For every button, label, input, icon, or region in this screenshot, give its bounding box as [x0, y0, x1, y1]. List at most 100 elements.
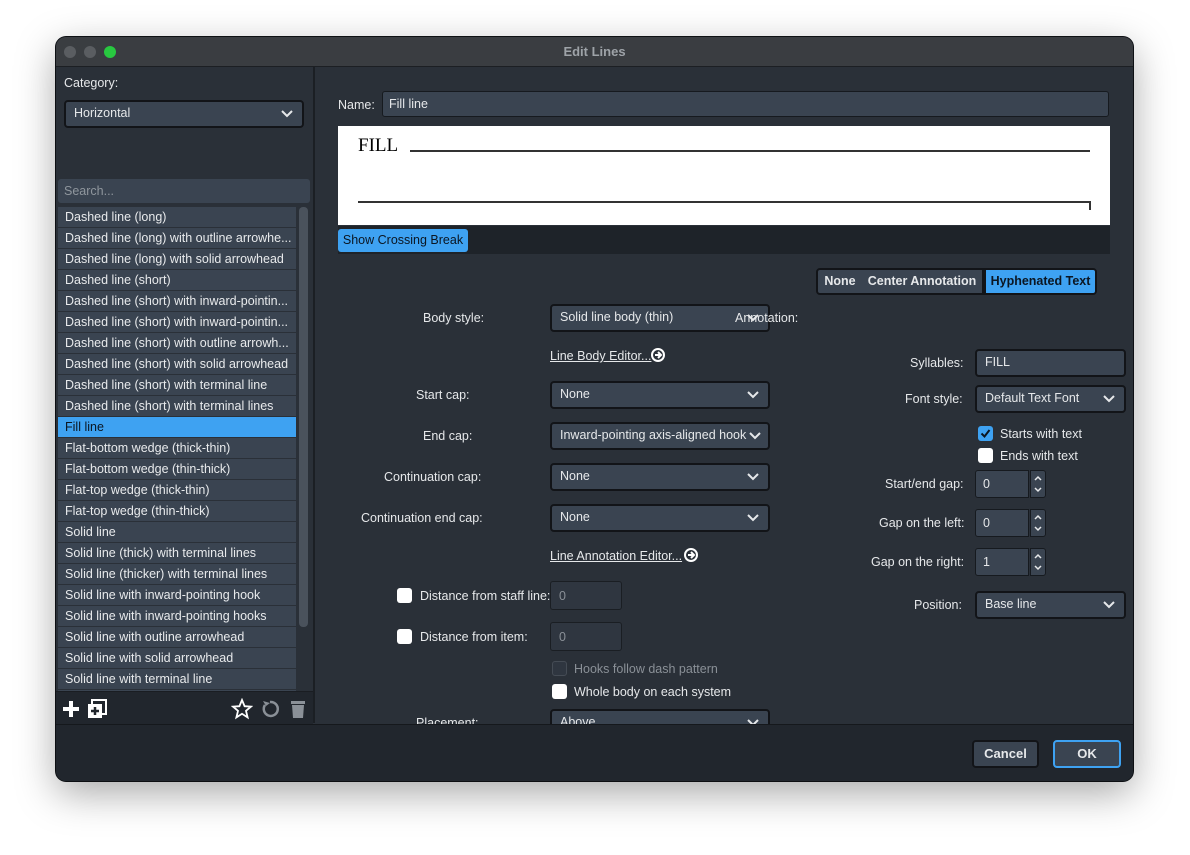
- ends-with-text-checkbox[interactable]: [978, 448, 993, 463]
- whole-body-label: Whole body on each system: [574, 685, 732, 699]
- syllables-label: Syllables:: [910, 356, 964, 370]
- hooks-follow-label: Hooks follow dash pattern: [574, 662, 718, 676]
- chevron-down-icon: [1103, 395, 1115, 403]
- line-body-editor-label: Line Body Editor...: [550, 349, 652, 363]
- arrow-right-circle-icon: [684, 548, 698, 562]
- distance-item-input[interactable]: 0: [550, 622, 622, 651]
- line-annotation-editor-link[interactable]: Line Annotation Editor...: [550, 549, 682, 563]
- gap-right-input[interactable]: 1: [975, 548, 1029, 576]
- list-item[interactable]: Dashed line (short) with terminal lines: [58, 396, 296, 416]
- line-list: Dashed line (long) Dashed line (long) wit…: [58, 207, 296, 731]
- distance-staff-input[interactable]: 0: [550, 581, 622, 610]
- line-preview: FILL: [338, 126, 1110, 225]
- list-item[interactable]: Flat-top wedge (thin-thick): [58, 501, 296, 521]
- list-item[interactable]: Flat-top wedge (thick-thin): [58, 480, 296, 500]
- end-cap-value: Inward-pointing axis-aligned hook: [560, 428, 747, 442]
- list-scrollbar[interactable]: [299, 207, 308, 627]
- list-item[interactable]: Dashed line (short) with terminal line: [58, 375, 296, 395]
- syllables-input[interactable]: FILL: [975, 349, 1126, 377]
- annotation-hyphenated-button[interactable]: Hyphenated Text: [984, 268, 1097, 295]
- chevron-down-icon: [749, 432, 761, 440]
- position-label: Position:: [914, 598, 962, 612]
- show-crossing-break-button[interactable]: Show Crossing Break: [338, 229, 468, 252]
- list-item[interactable]: Solid line (thicker) with terminal lines: [58, 564, 296, 584]
- distance-item-checkbox[interactable]: [397, 629, 412, 644]
- line-editor-panel: Name: Fill line FILL Show Crossing Break…: [315, 67, 1133, 737]
- hooks-follow-checkbox[interactable]: [552, 661, 567, 676]
- list-item[interactable]: Fill line: [58, 417, 296, 437]
- annotation-none-button[interactable]: None: [816, 268, 864, 295]
- body-style-label: Body style:: [423, 311, 485, 325]
- annotation-label: Annotation:: [735, 311, 799, 325]
- star-icon[interactable]: [231, 698, 253, 720]
- list-toolbar: [56, 691, 313, 725]
- list-item[interactable]: Solid line with terminal line: [58, 669, 296, 689]
- list-item[interactable]: Solid line: [58, 522, 296, 542]
- list-item[interactable]: Dashed line (short): [58, 270, 296, 290]
- distance-staff-checkbox[interactable]: [397, 588, 412, 603]
- duplicate-icon[interactable]: [86, 698, 108, 720]
- gap-right-label: Gap on the right:: [871, 555, 965, 569]
- font-style-value: Default Text Font: [985, 391, 1080, 405]
- list-item[interactable]: Solid line with outline arrowhead: [58, 627, 296, 647]
- continuation-cap-dropdown[interactable]: None: [550, 463, 770, 491]
- annotation-center-button[interactable]: Center Annotation: [862, 268, 984, 295]
- list-item[interactable]: Dashed line (long): [58, 207, 296, 227]
- preview-system-line: [358, 201, 1090, 203]
- cancel-button[interactable]: Cancel: [972, 740, 1039, 768]
- stepper-arrows-icon: [1034, 514, 1042, 532]
- font-style-dropdown[interactable]: Default Text Font: [975, 385, 1126, 413]
- name-input[interactable]: Fill line: [382, 91, 1109, 117]
- list-item[interactable]: Dashed line (short) with inward-pointin.…: [58, 291, 296, 311]
- list-item[interactable]: Solid line with solid arrowhead: [58, 648, 296, 668]
- line-body-editor-link[interactable]: Line Body Editor...: [550, 349, 651, 363]
- category-label: Category:: [64, 76, 119, 90]
- gap-right-stepper[interactable]: [1030, 548, 1046, 576]
- checkmark-icon: [980, 429, 991, 439]
- preview-end-hook: [1089, 201, 1091, 210]
- gap-left-stepper[interactable]: [1030, 509, 1046, 537]
- edit-lines-dialog: Edit Lines Category: Horizontal Dashed l…: [56, 37, 1133, 781]
- stepper-arrows-icon: [1034, 553, 1042, 571]
- list-item[interactable]: Solid line with inward-pointing hook: [58, 585, 296, 605]
- line-annotation-editor-label: Line Annotation Editor...: [550, 549, 683, 563]
- arrow-right-circle-icon: [651, 348, 665, 362]
- whole-body-checkbox[interactable]: [552, 684, 567, 699]
- add-icon[interactable]: [60, 698, 82, 720]
- starts-with-text-label: Starts with text: [1000, 427, 1082, 441]
- body-style-value: Solid line body (thin): [560, 310, 674, 324]
- name-label: Name:: [338, 98, 375, 112]
- start-cap-label: Start cap:: [416, 388, 470, 402]
- starts-with-text-checkbox[interactable]: [978, 426, 993, 441]
- revert-icon[interactable]: [259, 698, 281, 720]
- list-item[interactable]: Solid line (thick) with terminal lines: [58, 543, 296, 563]
- trash-icon[interactable]: [287, 698, 309, 720]
- list-item[interactable]: Flat-bottom wedge (thick-thin): [58, 438, 296, 458]
- continuation-cap-value: None: [560, 469, 590, 483]
- start-end-gap-stepper[interactable]: [1030, 470, 1046, 498]
- list-item[interactable]: Solid line with inward-pointing hooks: [58, 606, 296, 626]
- preview-text: FILL: [358, 135, 399, 156]
- distance-item-label: Distance from item:: [420, 630, 528, 644]
- list-item[interactable]: Dashed line (short) with solid arrowhead: [58, 354, 296, 374]
- category-dropdown[interactable]: Horizontal: [64, 100, 304, 128]
- position-dropdown[interactable]: Base line: [975, 591, 1126, 619]
- chevron-down-icon: [747, 514, 759, 522]
- search-input[interactable]: [58, 179, 310, 203]
- list-item[interactable]: Dashed line (short) with outline arrowh.…: [58, 333, 296, 353]
- continuation-end-cap-label: Continuation end cap:: [361, 511, 483, 525]
- list-item[interactable]: Dashed line (long) with solid arrowhead: [58, 249, 296, 269]
- gap-left-input[interactable]: 0: [975, 509, 1029, 537]
- start-end-gap-input[interactable]: 0: [975, 470, 1029, 498]
- ok-button[interactable]: OK: [1053, 740, 1121, 768]
- continuation-end-cap-dropdown[interactable]: None: [550, 504, 770, 532]
- start-cap-dropdown[interactable]: None: [550, 381, 770, 409]
- title-bar: Edit Lines: [56, 37, 1133, 67]
- list-item[interactable]: Dashed line (short) with inward-pointin.…: [58, 312, 296, 332]
- position-value: Base line: [985, 597, 1037, 611]
- ends-with-text-label: Ends with text: [1000, 449, 1078, 463]
- preview-fill-line: [410, 150, 1090, 152]
- list-item[interactable]: Flat-bottom wedge (thin-thick): [58, 459, 296, 479]
- list-item[interactable]: Dashed line (long) with outline arrowhe.…: [58, 228, 296, 248]
- end-cap-dropdown[interactable]: Inward-pointing axis-aligned hook: [550, 422, 770, 450]
